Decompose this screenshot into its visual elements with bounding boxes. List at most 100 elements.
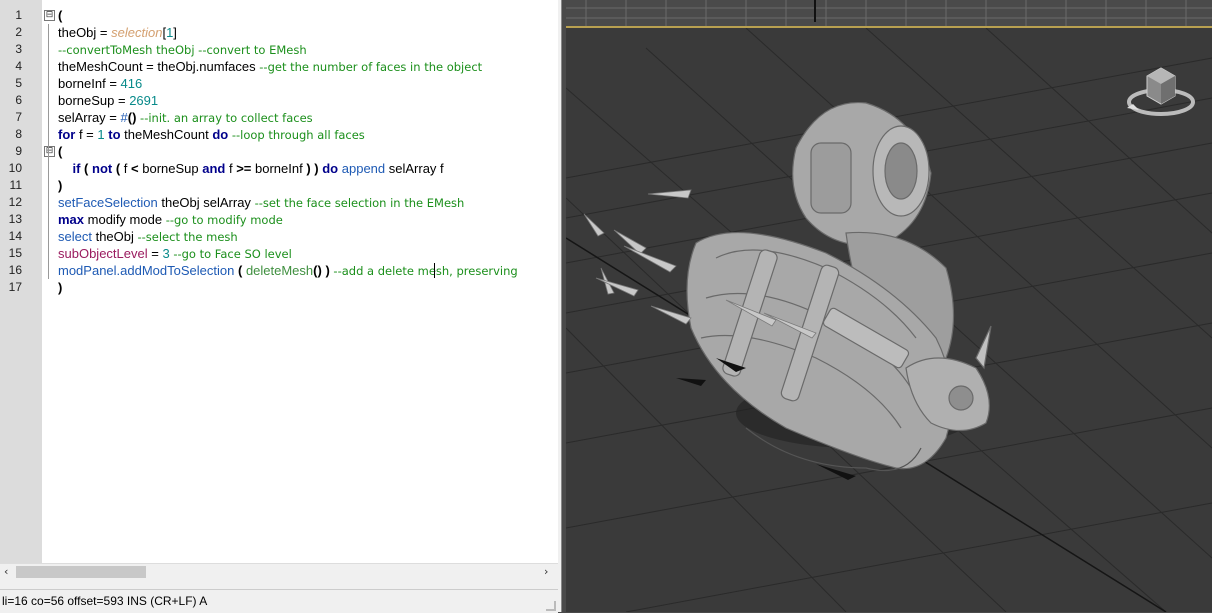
line-number: 11 [9, 178, 22, 192]
code-line[interactable]: subObjectLevel = 3 --go to Face SO level [58, 245, 292, 262]
3d-viewport[interactable] [566, 0, 1212, 612]
code-token: borneInf [251, 161, 307, 176]
code-token: < [131, 161, 139, 176]
code-token: theObj selArray [157, 195, 255, 210]
code-token: theMeshCount = theObj.numfaces [58, 59, 260, 74]
code-line[interactable]: ) [58, 279, 62, 296]
line-number: 16 [8, 263, 22, 277]
code-token: --convertToMesh theObj --convert to EMes… [58, 43, 307, 57]
code-token: do [212, 127, 229, 142]
code-line[interactable]: max modify mode --go to modify mode [58, 211, 283, 228]
code-token: select [58, 229, 92, 244]
code-token: selArray = [58, 110, 121, 125]
status-bar: li=16 co=56 offset=593 INS (CR+LF) A [0, 589, 558, 613]
status-text: li=16 co=56 offset=593 INS (CR+LF) A [2, 594, 208, 608]
code-line[interactable]: --convertToMesh theObj --convert to EMes… [58, 41, 307, 58]
code-token: ( [58, 8, 63, 23]
code-line[interactable]: theObj = selection[1] [58, 24, 177, 41]
code-token: --init. an array to collect faces [136, 111, 313, 125]
code-line[interactable]: ) [58, 177, 62, 194]
code-token: not [92, 161, 113, 176]
code-line[interactable]: modPanel.addModToSelection ( deleteMesh(… [58, 262, 518, 279]
line-number: 3 [15, 42, 22, 56]
code-token: setFaceSelection [58, 195, 158, 210]
line-number: 8 [15, 127, 22, 141]
top-grid [566, 0, 1212, 26]
code-token: ( [58, 144, 63, 159]
code-area[interactable]: (theObj = selection[1] --convertToMesh th… [54, 0, 558, 563]
resize-grip-icon[interactable] [546, 601, 556, 611]
code-token: selArray f [385, 161, 444, 176]
code-token: >= [236, 161, 252, 176]
code-line[interactable]: ( [58, 7, 62, 24]
code-line[interactable]: ( [58, 143, 62, 160]
code-token: ) [58, 280, 63, 295]
viewport-scene[interactable] [566, 28, 1212, 612]
code-token: f = [75, 127, 98, 142]
code-token: selection [111, 25, 163, 40]
viewport-top-strip [566, 0, 1212, 26]
scroll-thumb[interactable] [16, 566, 146, 578]
code-token: --go to modify mode [165, 213, 283, 227]
code-token: do [322, 161, 339, 176]
code-token: borneSup = [58, 93, 130, 108]
line-number: 7 [15, 110, 22, 124]
code-line[interactable]: selArray = #() --init. an array to colle… [58, 109, 313, 126]
line-number: 2 [15, 25, 22, 39]
code-token: borneInf = [58, 76, 121, 91]
scroll-left-icon[interactable]: ‹ [4, 565, 8, 578]
code-token: () [313, 263, 322, 278]
horizontal-scrollbar[interactable]: ‹ › [0, 563, 558, 581]
code-token: f [225, 161, 237, 176]
code-token: and [202, 161, 226, 176]
maxscript-editor[interactable]: 1 2 3 4 5 6 7 8 9 10 11 12 13 14 15 16 17 (theObj = sele… [0, 0, 562, 613]
line-number: 4 [15, 59, 22, 73]
code-line[interactable]: for f = 1 to theMeshCount do --loop thro… [58, 126, 365, 143]
code-line[interactable]: setFaceSelection theObj selArray --set t… [58, 194, 464, 211]
code-line[interactable]: borneInf = 416 [58, 75, 142, 92]
code-token: # [120, 110, 128, 125]
viewcube-icon[interactable] [1127, 67, 1195, 116]
code-token: --set the face selection in the EMesh [254, 196, 465, 210]
line-number-gutter: 1 2 3 4 5 6 7 8 9 10 11 12 13 14 15 16 17 [0, 0, 43, 563]
code-token: 1 [97, 127, 105, 142]
code-token: for [58, 127, 76, 142]
line-number: 15 [8, 246, 22, 260]
line-number: 13 [8, 212, 22, 226]
line-number: 6 [15, 93, 22, 107]
line-number: 14 [8, 229, 22, 243]
code-token: --go to Face SO level [173, 247, 292, 261]
scroll-right-icon[interactable]: › [544, 565, 548, 578]
code-token: --loop through all faces [228, 128, 365, 142]
code-token: to [108, 127, 121, 142]
code-token: subObjectLevel [58, 246, 148, 261]
fold-toggle-icon[interactable]: ⊟ [44, 10, 55, 21]
code-line[interactable]: theMeshCount = theObj.numfaces --get the… [58, 58, 482, 75]
fold-toggle-icon[interactable]: ⊟ [44, 146, 55, 157]
code-line[interactable]: if ( not ( f < borneSup and f >= borneIn… [58, 160, 444, 177]
line-number: 17 [8, 280, 22, 294]
code-token: theMeshCount [120, 127, 213, 142]
text-caret [434, 263, 435, 278]
code-token: f [120, 161, 132, 176]
code-line[interactable]: borneSup = 2691 [58, 92, 158, 109]
code-token: = [147, 246, 163, 261]
code-token: deleteMesh [245, 263, 314, 278]
code-token: theObj = [58, 25, 112, 40]
3d-model[interactable] [583, 101, 992, 480]
code-token: borneSup [138, 161, 203, 176]
code-line[interactable]: select theObj --select the mesh [58, 228, 238, 245]
code-token: 416 [120, 76, 143, 91]
code-token: --add a delete mesh, preserving [333, 264, 518, 278]
line-number: 9 [15, 144, 22, 158]
code-token: theObj [91, 229, 138, 244]
code-token: ) [58, 178, 63, 193]
code-token: max [58, 212, 85, 227]
code-token: modify mode [84, 212, 166, 227]
fold-line [48, 24, 49, 279]
code-token: 2691 [129, 93, 159, 108]
code-token: ] [173, 25, 177, 40]
code-token: append [341, 161, 386, 176]
line-number: 1 [15, 8, 22, 22]
